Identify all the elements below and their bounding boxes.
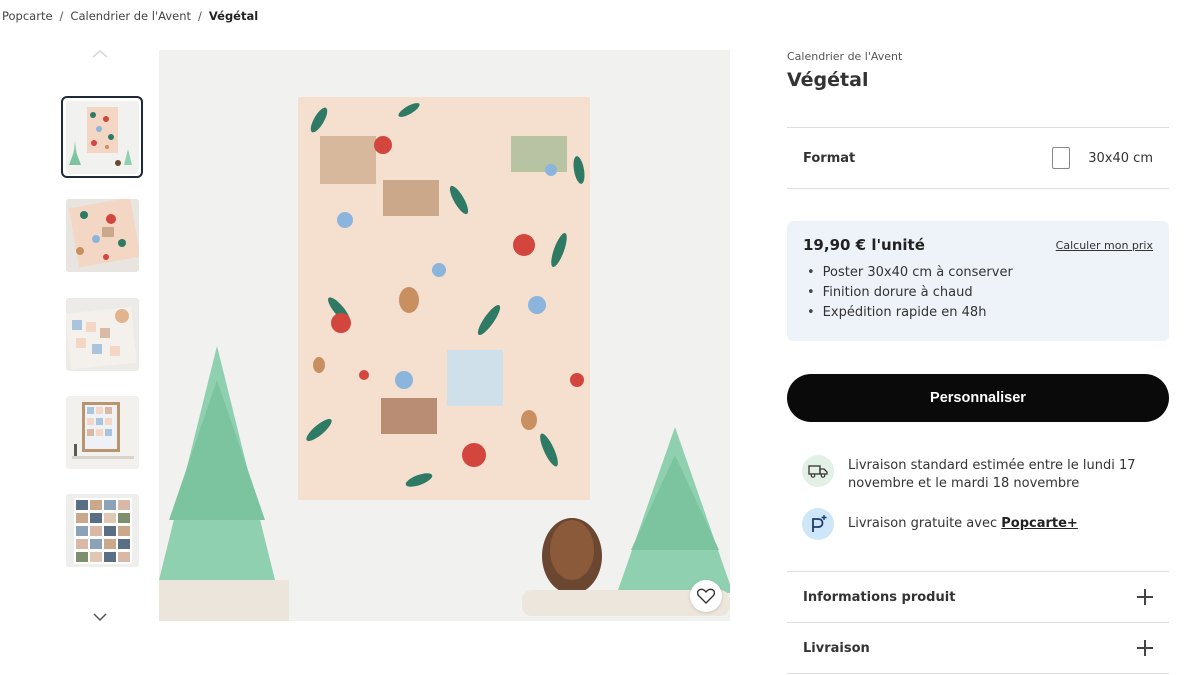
feature-item: Expédition rapide en 48h bbox=[803, 303, 1153, 323]
breadcrumb-item-current: Végétal bbox=[208, 9, 259, 23]
free-shipping-label: Livraison gratuite avec bbox=[848, 516, 1002, 531]
format-size-value: 30x40 cm bbox=[1088, 150, 1153, 166]
thumbnail-item[interactable] bbox=[61, 194, 143, 276]
product-header: Calendrier de l'Avent Végétal bbox=[787, 50, 1169, 91]
plus-icon bbox=[1137, 640, 1153, 656]
plus-icon bbox=[1137, 589, 1153, 605]
product-category[interactable]: Calendrier de l'Avent bbox=[787, 50, 1169, 63]
format-option[interactable]: 30x40 cm bbox=[1052, 147, 1153, 169]
thumbnail-item[interactable] bbox=[61, 489, 143, 571]
breadcrumb-item-home[interactable]: Popcarte bbox=[2, 9, 53, 23]
standard-shipping-info: Livraison standard estimée entre le lund… bbox=[802, 455, 1162, 493]
thumbnail-poster-framed bbox=[65, 395, 139, 469]
product-title: Végétal bbox=[787, 69, 869, 91]
heart-icon bbox=[697, 588, 715, 604]
accordion-delivery[interactable]: Livraison bbox=[787, 623, 1169, 673]
accordion-label: Informations produit bbox=[803, 589, 956, 605]
thumbnail-poster-flatlay bbox=[65, 198, 139, 272]
format-checkbox[interactable] bbox=[1052, 147, 1071, 169]
calculate-price-link[interactable]: Calculer mon prix bbox=[1056, 239, 1153, 252]
format-label: Format bbox=[803, 150, 856, 166]
accordion-label: Livraison bbox=[803, 640, 870, 656]
popcarte-plus-link[interactable]: Popcarte+ bbox=[1001, 516, 1078, 531]
breadcrumb-separator: / bbox=[59, 9, 64, 23]
thumbnail-poster-hand bbox=[65, 297, 139, 371]
breadcrumb: Popcarte / Calendrier de l'Avent / Végét… bbox=[2, 9, 258, 23]
price-box: 19,90 € l'unité Calculer mon prix Poster… bbox=[787, 221, 1169, 341]
chevron-up-icon[interactable] bbox=[90, 48, 110, 60]
standard-shipping-text: Livraison standard estimée entre le lund… bbox=[848, 458, 1136, 491]
breadcrumb-item-category[interactable]: Calendrier de l'Avent bbox=[70, 9, 191, 23]
product-main-image bbox=[159, 50, 730, 621]
popcarte-plus-icon bbox=[802, 508, 834, 540]
thumbnail-poster-photos bbox=[65, 493, 139, 567]
breadcrumb-separator: / bbox=[198, 9, 202, 23]
thumbnail-item[interactable] bbox=[61, 293, 143, 375]
truck-icon bbox=[802, 455, 834, 487]
thumbnail-poster-front bbox=[65, 100, 139, 174]
feature-item: Finition dorure à chaud bbox=[803, 283, 1153, 303]
divider bbox=[787, 188, 1169, 189]
favorite-button[interactable] bbox=[690, 580, 722, 612]
chevron-down-icon[interactable] bbox=[90, 610, 110, 624]
feature-list: Poster 30x40 cm à conserver Finition dor… bbox=[803, 263, 1153, 323]
divider bbox=[787, 673, 1169, 674]
format-selector: Format 30x40 cm bbox=[787, 128, 1169, 188]
free-shipping-info: Livraison gratuite avec Popcarte+ bbox=[802, 508, 1162, 540]
accordion-product-info[interactable]: Informations produit bbox=[787, 572, 1169, 622]
personalize-button[interactable]: Personnaliser bbox=[787, 374, 1169, 422]
feature-item: Poster 30x40 cm à conserver bbox=[803, 263, 1153, 283]
thumbnail-item[interactable] bbox=[61, 391, 143, 473]
free-shipping-text: Livraison gratuite avec Popcarte+ bbox=[848, 508, 1078, 533]
thumbnail-item-active[interactable] bbox=[61, 96, 143, 178]
unit-price: 19,90 € l'unité bbox=[803, 236, 925, 254]
